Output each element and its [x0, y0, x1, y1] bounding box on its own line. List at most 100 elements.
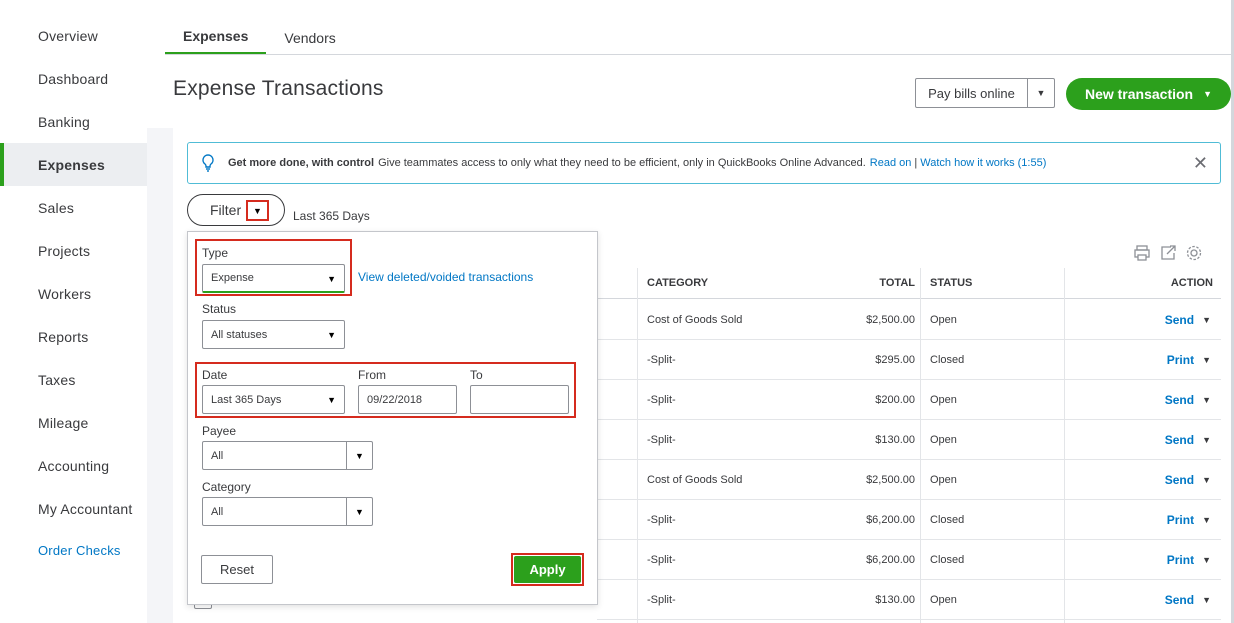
column-header-action: ACTION: [1170, 277, 1213, 289]
table-row[interactable]: -Split- $295.00 Closed Print ▼: [597, 340, 1221, 380]
sidebar-item-my-accountant[interactable]: My Accountant: [0, 487, 147, 530]
status-select-value: All statuses: [211, 328, 268, 341]
promo-banner: Get more done, with control Give teammat…: [187, 142, 1221, 184]
filter-label: Filter: [210, 202, 242, 218]
row-action-button[interactable]: Send ▼: [1145, 420, 1211, 459]
read-on-link[interactable]: Read on: [870, 157, 912, 169]
row-action-button[interactable]: Send ▼: [1145, 580, 1211, 619]
row-action-button[interactable]: Print ▼: [1145, 340, 1211, 379]
table-row[interactable]: Cost of Goods Sold $2,500.00 Open Send ▼: [597, 300, 1221, 340]
sidebar-item-mileage[interactable]: Mileage: [0, 401, 147, 444]
payee-label: Payee: [202, 424, 237, 438]
status-cell: Open: [930, 313, 957, 326]
table-row[interactable]: -Split- $6,200.00 Closed Print ▼: [597, 500, 1221, 540]
tab-bar: Expenses Vendors: [165, 20, 354, 55]
filter-caret-down-icon[interactable]: ▼: [246, 200, 269, 221]
tab-divider: [165, 54, 1231, 55]
caret-down-icon[interactable]: ▼: [1202, 395, 1211, 405]
caret-down-icon: ▼: [327, 330, 336, 340]
lightbulb-icon: [188, 154, 228, 172]
row-action-button[interactable]: Send ▼: [1145, 380, 1211, 419]
row-action-button[interactable]: Print ▼: [1145, 500, 1211, 539]
row-action-label[interactable]: Send: [1165, 473, 1194, 487]
row-action-label[interactable]: Print: [1167, 513, 1194, 527]
column-header-category[interactable]: CATEGORY: [647, 268, 708, 298]
row-action-button[interactable]: Send ▼: [1145, 300, 1211, 339]
tab-vendors[interactable]: Vendors: [266, 20, 353, 55]
sidebar-item-reports[interactable]: Reports: [0, 315, 147, 358]
table-row[interactable]: -Split- $200.00 Open Send ▼: [597, 380, 1221, 420]
table-row[interactable]: -Split- $130.00 Open Send ▼: [597, 580, 1221, 620]
caret-down-icon[interactable]: ▼: [1028, 79, 1054, 107]
order-checks-link[interactable]: Order Checks: [0, 529, 147, 572]
sidebar-item-taxes[interactable]: Taxes: [0, 358, 147, 401]
banner-separator: |: [914, 157, 918, 169]
category-cell: -Split-: [647, 353, 676, 366]
sidebar-item-projects[interactable]: Projects: [0, 229, 147, 272]
pay-bills-online-label[interactable]: Pay bills online: [916, 79, 1028, 107]
page-title: Expense Transactions: [173, 77, 384, 100]
column-header-total[interactable]: TOTAL: [837, 268, 915, 298]
row-action-label[interactable]: Send: [1165, 593, 1194, 607]
status-cell: Closed: [930, 353, 965, 366]
print-icon[interactable]: [1133, 244, 1151, 267]
view-deleted-link[interactable]: View deleted/voided transactions: [358, 270, 533, 284]
caret-down-icon[interactable]: ▼: [1202, 515, 1211, 525]
row-action-label[interactable]: Send: [1165, 313, 1194, 327]
category-cell: -Split-: [647, 393, 676, 406]
caret-down-icon[interactable]: ▼: [1202, 355, 1211, 365]
row-action-button[interactable]: Print ▼: [1145, 540, 1211, 579]
sidebar-item-expenses[interactable]: Expenses: [0, 143, 147, 186]
table-row[interactable]: -Split- $6,200.00 Closed Print ▼: [597, 540, 1221, 580]
payee-select[interactable]: All ▼: [202, 441, 373, 470]
close-icon[interactable]: ✕: [1193, 153, 1208, 174]
row-action-label[interactable]: Send: [1165, 393, 1194, 407]
sidebar-item-workers[interactable]: Workers: [0, 272, 147, 315]
category-select[interactable]: All ▼: [202, 497, 373, 526]
watch-video-link[interactable]: Watch how it works (1:55): [920, 157, 1046, 169]
status-label: Status: [202, 302, 237, 316]
column-header-status[interactable]: STATUS: [930, 268, 972, 298]
total-cell: $200.00: [875, 393, 915, 406]
date-highlight-box: [195, 362, 576, 418]
caret-down-icon[interactable]: ▼: [346, 442, 372, 469]
tab-expenses[interactable]: Expenses: [165, 20, 267, 55]
status-cell: Open: [930, 393, 957, 406]
filter-button[interactable]: Filter: [187, 194, 285, 226]
category-select-value: All: [211, 505, 224, 518]
total-cell: $130.00: [875, 593, 915, 606]
sidebar-item-overview[interactable]: Overview: [0, 14, 147, 57]
row-action-button[interactable]: Send ▼: [1145, 460, 1211, 499]
caret-down-icon[interactable]: ▼: [1202, 595, 1211, 605]
caret-down-icon[interactable]: ▼: [1202, 435, 1211, 445]
caret-down-icon[interactable]: ▼: [1202, 315, 1211, 325]
category-cell: Cost of Goods Sold: [647, 313, 743, 326]
apply-button[interactable]: Apply: [514, 556, 581, 583]
category-label: Category: [202, 480, 251, 494]
export-icon[interactable]: [1159, 244, 1177, 267]
caret-down-icon[interactable]: ▼: [1202, 555, 1211, 565]
sidebar-item-accounting[interactable]: Accounting: [0, 444, 147, 487]
new-transaction-button[interactable]: New transaction ▼: [1066, 78, 1231, 110]
table-row[interactable]: Cost of Goods Sold $2,500.00 Open Send ▼: [597, 460, 1221, 500]
status-select[interactable]: All statuses ▼: [202, 320, 345, 349]
sidebar: Overview Dashboard Banking Expenses Sale…: [0, 0, 147, 623]
reset-button[interactable]: Reset: [201, 555, 273, 584]
row-action-label[interactable]: Print: [1167, 353, 1194, 367]
caret-down-icon[interactable]: ▼: [346, 498, 372, 525]
sidebar-item-banking[interactable]: Banking: [0, 100, 147, 143]
row-action-label[interactable]: Print: [1167, 553, 1194, 567]
gear-icon[interactable]: [1185, 244, 1203, 267]
type-highlight-box: [195, 239, 352, 296]
sidebar-item-dashboard[interactable]: Dashboard: [0, 57, 147, 100]
total-cell: $6,200.00: [866, 553, 915, 566]
table-row[interactable]: -Split- $130.00 Open Send ▼: [597, 420, 1221, 460]
caret-down-icon[interactable]: ▼: [1202, 475, 1211, 485]
pay-bills-online-button[interactable]: Pay bills online ▼: [915, 78, 1055, 108]
sidebar-item-sales[interactable]: Sales: [0, 186, 147, 229]
category-cell: Cost of Goods Sold: [647, 473, 743, 486]
total-cell: $6,200.00: [866, 513, 915, 526]
row-action-label[interactable]: Send: [1165, 433, 1194, 447]
total-cell: $130.00: [875, 433, 915, 446]
total-cell: $2,500.00: [866, 473, 915, 486]
